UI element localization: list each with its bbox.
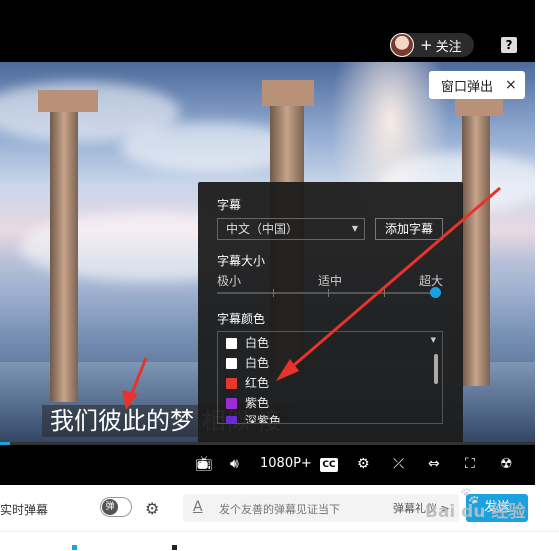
arrow-to-red	[276, 186, 501, 381]
annotation-arrows	[122, 186, 501, 410]
arrow-to-subtitle	[122, 357, 148, 410]
